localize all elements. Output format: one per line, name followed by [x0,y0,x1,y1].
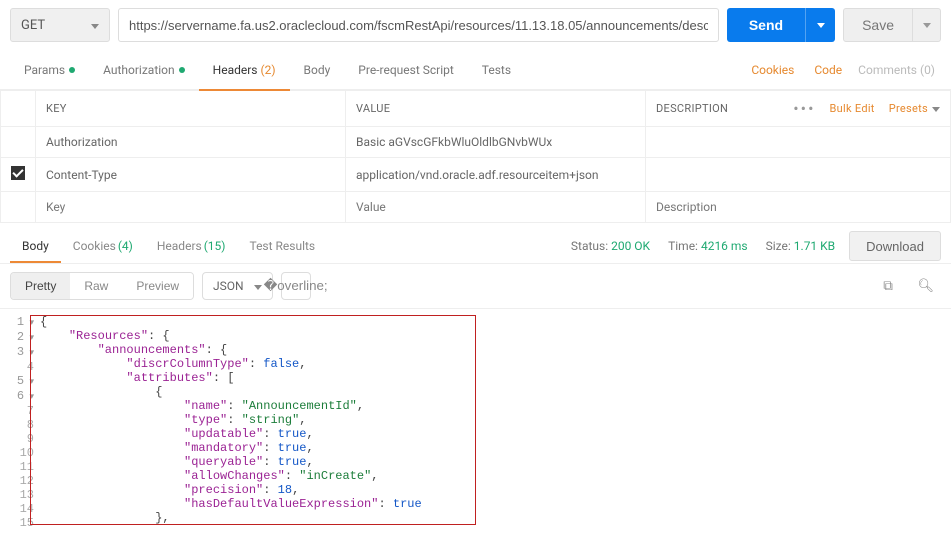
chevron-down-icon [932,102,940,115]
body-view-toolbar: Pretty Raw Preview JSON �overline; ⧉ 🔍︎ [0,263,951,309]
search-icon: 🔍︎ [918,278,935,294]
response-tabs: Body Cookies (4) Headers (15) Test Resul… [0,223,951,263]
th-key[interactable]: KEY [36,91,346,127]
tab-params-label: Params [24,63,65,77]
table-row[interactable]: Authorization Basic aGVscGFkbWluOldlbGNv… [1,127,951,158]
status-dot-icon [179,67,185,73]
header-desc-cell[interactable] [646,158,951,192]
more-icon[interactable]: ••• [793,99,815,118]
header-value-input[interactable]: Value [346,192,646,223]
size-value: 1.71 KB [794,239,835,253]
code-link[interactable]: Code [804,63,852,77]
save-button[interactable]: Save [843,8,913,42]
size-label: Size: [766,239,791,253]
view-raw-button[interactable]: Raw [70,273,122,299]
url-input[interactable] [118,8,719,42]
view-preview-button[interactable]: Preview [122,273,193,299]
header-value-cell[interactable]: application/vnd.oracle.adf.resourceitem+… [346,158,646,192]
th-description-label: DESCRIPTION [656,102,728,115]
resp-tab-body[interactable]: Body [10,229,61,263]
code-content[interactable]: { "Resources": { "announcements": { "dis… [40,315,422,525]
status-dot-icon [69,67,75,73]
http-method-value: GET [21,18,45,33]
tab-authorization[interactable]: Authorization [89,50,199,90]
resp-tab-cookies[interactable]: Cookies (4) [61,229,145,263]
resp-tab-headers[interactable]: Headers (15) [145,229,238,263]
tab-body[interactable]: Body [290,50,345,90]
resp-headers-count: (15) [204,239,226,253]
resp-tab-headers-label: Headers [157,239,202,253]
presets-label: Presets [889,102,928,115]
send-button-group: Send [727,8,835,42]
time-block: Time: 4216 ms [668,239,748,253]
tab-prerequest[interactable]: Pre-request Script [344,50,467,90]
headers-tbody: Authorization Basic aGVscGFkbWluOldlbGNv… [1,127,951,223]
table-row-new[interactable]: Key Value Description [1,192,951,223]
status-label: Status: [571,239,608,253]
response-status: Status: 200 OK Time: 4216 ms Size: 1.71 … [571,239,835,253]
status-value: 200 OK [611,239,650,253]
tab-authorization-label: Authorization [103,63,175,77]
table-row[interactable]: Content-Type application/vnd.oracle.adf.… [1,158,951,192]
http-method-select[interactable]: GET [10,8,110,42]
wrap-icon: �overline; [264,278,328,294]
chevron-down-icon [254,279,262,293]
line-gutter[interactable]: 123456789101112131415 [10,315,40,530]
response-body-viewer[interactable]: 123456789101112131415 { "Resources": { "… [10,315,941,530]
tab-headers[interactable]: Headers (2) [199,50,290,90]
send-dropdown-button[interactable] [805,8,835,42]
bulk-edit-link[interactable]: Bulk Edit [829,102,874,115]
resp-tab-cookies-label: Cookies [73,239,116,253]
cookies-link[interactable]: Cookies [741,63,804,77]
time-value: 4216 ms [701,239,748,253]
view-mode-segment: Pretty Raw Preview [10,272,194,300]
wrap-lines-button[interactable]: �overline; [281,272,311,300]
row-checkbox-cell[interactable] [1,127,36,158]
chevron-down-icon [91,18,99,33]
time-label: Time: [668,239,698,253]
th-checkbox [1,91,36,127]
save-button-group: Save [843,8,941,42]
request-tabs: Params Authorization Headers (2) Body Pr… [0,50,951,90]
tab-headers-label: Headers [213,63,258,77]
status-block: Status: 200 OK [571,239,650,253]
request-bar: GET Send Save [0,0,951,50]
header-desc-input[interactable]: Description [646,192,951,223]
header-key-cell[interactable]: Content-Type [36,158,346,192]
format-value: JSON [213,279,244,293]
tab-params[interactable]: Params [10,50,89,90]
th-description: DESCRIPTION ••• Bulk Edit Presets [646,91,951,127]
header-desc-cell[interactable] [646,127,951,158]
copy-button[interactable]: ⧉ [873,272,903,300]
headers-table: KEY VALUE DESCRIPTION ••• Bulk Edit Pres… [0,90,951,223]
view-pretty-button[interactable]: Pretty [11,273,70,299]
presets-dropdown[interactable]: Presets [889,102,940,115]
download-button[interactable]: Download [849,231,941,261]
search-button[interactable]: 🔍︎ [911,272,941,300]
save-dropdown-button[interactable] [913,8,941,42]
tab-tests[interactable]: Tests [468,50,525,90]
header-key-input[interactable]: Key [36,192,346,223]
send-button[interactable]: Send [727,8,805,42]
th-value[interactable]: VALUE [346,91,646,127]
header-key-cell[interactable]: Authorization [36,127,346,158]
cookies-count: (4) [118,239,133,253]
copy-icon: ⧉ [883,278,893,294]
checkbox-checked-icon[interactable] [11,166,25,180]
comments-link[interactable]: Comments (0) [852,63,941,77]
row-checkbox-cell [1,192,36,223]
headers-count: (2) [261,63,276,77]
header-value-cell[interactable]: Basic aGVscGFkbWluOldlbGNvbWUx [346,127,646,158]
row-checkbox-cell[interactable] [1,158,36,192]
format-select[interactable]: JSON [202,272,273,300]
size-block: Size: 1.71 KB [766,239,836,253]
resp-tab-test-results[interactable]: Test Results [237,229,327,263]
